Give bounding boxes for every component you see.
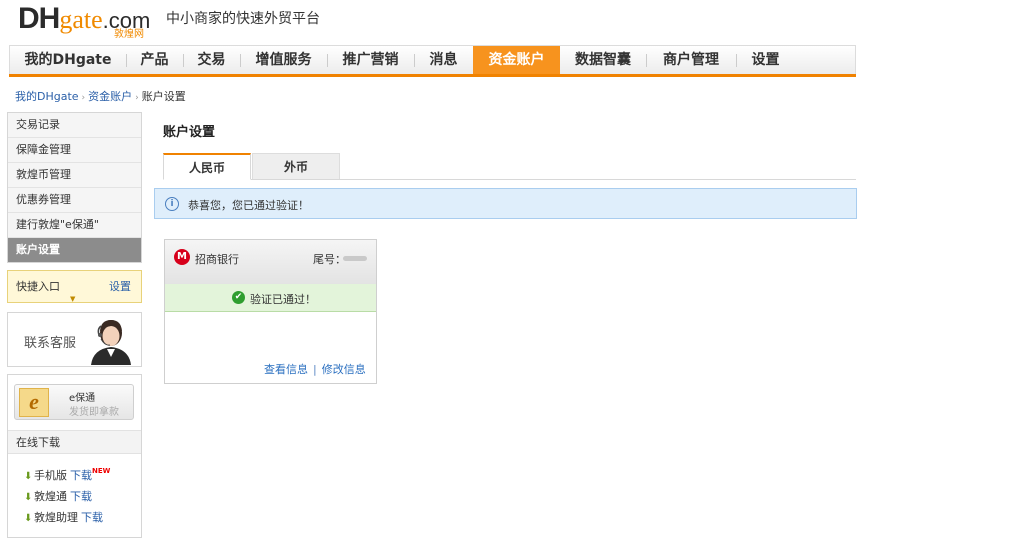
- nav-messages[interactable]: 消息: [414, 46, 473, 74]
- downloads-title: 在线下载: [8, 430, 141, 454]
- breadcrumb-current: 账户设置: [141, 90, 186, 103]
- bank-card: M 招商银行 尾号： ✔ 验证已通过！ 查看信息 | 修改信息: [164, 239, 377, 384]
- logo-subtitle: 敦煌网: [114, 29, 144, 40]
- downloads-box: e e保通 发货即拿款 在线下载 ⬇ 手机版 下载NEW ⬇ 敦煌通 下载 ⬇ 敦煌助理下…: [7, 374, 142, 538]
- download-item-dhtong: ⬇ 敦煌通 下载: [24, 488, 92, 504]
- nav-promotion[interactable]: 推广营销: [327, 46, 414, 74]
- download-item-mobile: ⬇ 手机版 下载NEW: [24, 467, 110, 483]
- sidebar-item-deposit[interactable]: 保障金管理: [8, 138, 141, 163]
- breadcrumb-separator: ›: [81, 93, 86, 103]
- logo-gate-text: gate: [59, 5, 103, 34]
- customer-service-box[interactable]: 联系客服: [7, 312, 142, 367]
- ebaotong-button[interactable]: e e保通 发货即拿款: [14, 384, 134, 420]
- download-link-mobile[interactable]: 下载: [70, 469, 92, 482]
- page-title: 账户设置: [163, 125, 216, 140]
- ebaotong-hint: 发货即拿款: [69, 407, 119, 418]
- card-tail-label: 尾号：: [313, 253, 346, 266]
- cmb-bank-logo-icon: M: [174, 249, 190, 265]
- sidebar-menu: 交易记录 保障金管理 敦煌币管理 优惠券管理 建行敦煌"e保通" 账户设置: [7, 112, 142, 263]
- download-link-assistant[interactable]: 下载: [81, 511, 103, 524]
- card-links: 查看信息 | 修改信息: [264, 361, 366, 377]
- customer-service-agent-icon: [91, 320, 131, 365]
- nav-trade[interactable]: 交易: [183, 46, 240, 74]
- sidebar-item-coupons[interactable]: 优惠券管理: [8, 188, 141, 213]
- download-arrow-icon: ⬇: [24, 513, 33, 524]
- masked-card-number: [343, 256, 367, 261]
- link-separator: |: [313, 363, 317, 376]
- download-item-assistant: ⬇ 敦煌助理 下载: [24, 509, 103, 525]
- quick-access-settings-link[interactable]: 设置: [109, 278, 131, 294]
- quick-access-box: 快捷入口 设置 ▼: [7, 270, 142, 303]
- sidebar-item-ebaotong[interactable]: 建行敦煌"e保通": [8, 213, 141, 238]
- tab-foreign-currency[interactable]: 外币: [252, 153, 340, 179]
- breadcrumb: 我的DHgate › 资金账户 › 账户设置: [15, 88, 186, 104]
- download-item-name: 敦煌通: [34, 490, 67, 503]
- tab-rmb[interactable]: 人民币: [163, 153, 251, 180]
- download-link-dhtong[interactable]: 下载: [70, 490, 92, 503]
- sidebar-item-dh-coins[interactable]: 敦煌币管理: [8, 163, 141, 188]
- nav-merchant-mgmt[interactable]: 商户管理: [646, 46, 736, 74]
- download-arrow-icon: ⬇: [24, 471, 33, 482]
- breadcrumb-my-dhgate[interactable]: 我的DHgate: [15, 90, 79, 103]
- sidebar-item-account-settings[interactable]: 账户设置: [8, 238, 141, 262]
- site-slogan: 中小商家的快速外贸平台: [166, 11, 320, 27]
- nav-value-added[interactable]: 增值服务: [240, 46, 327, 74]
- download-item-name: 手机版: [34, 469, 67, 482]
- nav-funds-account[interactable]: 资金账户: [473, 46, 560, 74]
- customer-service-label: 联系客服: [24, 336, 77, 351]
- verified-bar: ✔ 验证已通过！: [165, 284, 376, 312]
- ebaotong-e-icon: e: [19, 388, 49, 417]
- dhgate-logo[interactable]: DHgate.com 敦煌网: [18, 2, 150, 40]
- nav-data-insights[interactable]: 数据智囊: [560, 46, 646, 74]
- breadcrumb-separator: ›: [135, 93, 139, 103]
- download-arrow-icon: ⬇: [24, 492, 33, 503]
- view-info-link[interactable]: 查看信息: [264, 363, 308, 376]
- main-nav: 我的DHgate 产品 交易 增值服务 推广营销 消息 资金账户 数据智囊 商户…: [9, 45, 856, 77]
- sidebar-item-transactions[interactable]: 交易记录: [8, 113, 141, 138]
- logo-dh-text: DH: [18, 2, 60, 35]
- check-circle-icon: ✔: [232, 291, 245, 304]
- info-icon: i: [165, 197, 179, 211]
- verified-text: 验证已通过！: [250, 293, 316, 306]
- bank-name: 招商银行: [195, 253, 239, 266]
- nav-settings[interactable]: 设置: [736, 46, 795, 74]
- bank-card-header: M 招商银行 尾号：: [165, 240, 376, 285]
- tabs-divider: [163, 179, 856, 180]
- download-item-name: 敦煌助理: [34, 511, 78, 524]
- ebaotong-name: e保通: [69, 393, 96, 404]
- nav-products[interactable]: 产品: [126, 46, 183, 74]
- edit-info-link[interactable]: 修改信息: [322, 363, 366, 376]
- notice-text: 恭喜您，您已通过验证！: [188, 199, 309, 212]
- nav-my-dhgate[interactable]: 我的DHgate: [10, 46, 126, 74]
- verification-notice: i 恭喜您，您已通过验证！: [154, 188, 857, 219]
- new-badge: NEW: [92, 467, 111, 475]
- chevron-down-icon[interactable]: ▼: [70, 295, 75, 303]
- breadcrumb-funds-account[interactable]: 资金账户: [88, 90, 132, 103]
- quick-access-title: 快捷入口: [16, 280, 60, 293]
